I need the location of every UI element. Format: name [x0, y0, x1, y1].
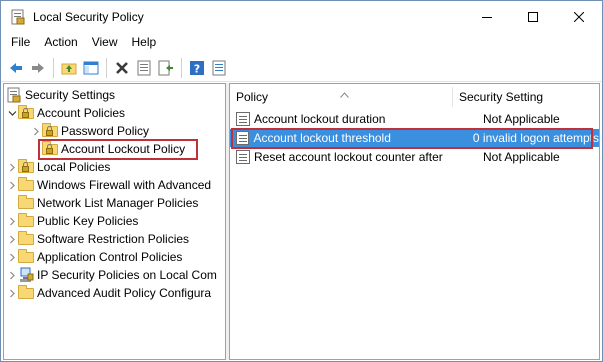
- toolbar-separator: [53, 57, 54, 78]
- tree-item-label: Security Settings: [25, 88, 116, 102]
- window-title: Local Security Policy: [33, 9, 144, 24]
- folder-icon: [18, 285, 34, 301]
- local-security-policy-window: Local Security Policy File Action View H…: [0, 0, 603, 362]
- chevron-right-icon[interactable]: [6, 176, 18, 194]
- back-button[interactable]: [5, 57, 27, 79]
- delete-icon: [116, 61, 128, 74]
- tree-item-label: Public Key Policies: [37, 214, 139, 228]
- svg-text:?: ?: [194, 62, 200, 75]
- policy-name: Reset account lockout counter after: [254, 150, 443, 164]
- tree-item-label: Network List Manager Policies: [37, 196, 199, 210]
- close-button[interactable]: [556, 1, 602, 32]
- security-policy-app-icon: [10, 9, 26, 25]
- details-pane[interactable]: Policy Security Setting Account lockout …: [229, 83, 600, 360]
- back-arrow-icon: [10, 62, 22, 73]
- tree-item-public-key-policies[interactable]: Public Key Policies: [6, 212, 138, 230]
- policy-row-reset-counter[interactable]: Reset account lockout counter after Not …: [230, 148, 599, 166]
- up-one-level-button[interactable]: [58, 57, 80, 79]
- show-hide-console-tree-button[interactable]: [80, 57, 102, 79]
- forward-button[interactable]: [27, 57, 49, 79]
- toolbar-separator: [106, 57, 107, 78]
- tree-item-local-policies[interactable]: Local Policies: [6, 158, 110, 176]
- toolbar-separator: [181, 57, 182, 78]
- chevron-right-icon[interactable]: [6, 158, 18, 176]
- minimize-button[interactable]: [464, 1, 510, 32]
- delete-button[interactable]: [111, 57, 133, 79]
- chevron-right-icon[interactable]: [6, 266, 18, 284]
- chevron-right-icon[interactable]: [30, 122, 42, 140]
- folder-icon: [18, 231, 34, 247]
- tree-item-software-restriction-policies[interactable]: Software Restriction Policies: [6, 230, 189, 248]
- tree-item-label: Software Restriction Policies: [37, 232, 190, 246]
- menu-action[interactable]: Action: [37, 32, 84, 53]
- menu-bar: File Action View Help: [1, 32, 602, 53]
- sort-ascending-icon: [340, 84, 349, 108]
- tree-item-label: Application Control Policies: [37, 250, 183, 264]
- folder-icon: [18, 249, 34, 265]
- help-topics-icon: [212, 60, 226, 75]
- tree-item-account-policies[interactable]: Account Policies: [6, 104, 125, 122]
- folder-icon: [18, 177, 34, 193]
- properties-icon: [137, 60, 151, 75]
- tree-item-label: Account Policies: [37, 106, 126, 120]
- chevron-right-icon[interactable]: [6, 284, 18, 302]
- tree-item-password-policy[interactable]: Password Policy: [30, 122, 149, 140]
- column-header-policy[interactable]: Policy: [230, 84, 452, 110]
- security-settings-icon: [6, 87, 22, 103]
- folder-icon: [18, 213, 34, 229]
- menu-help[interactable]: Help: [125, 32, 164, 53]
- help-button[interactable]: ?: [186, 57, 208, 79]
- chevron-right-icon[interactable]: [6, 230, 18, 248]
- export-list-button[interactable]: [155, 57, 177, 79]
- policy-setting-icon: [236, 112, 250, 126]
- tree-item-ip-security-policies[interactable]: IP Security Policies on Local Com: [6, 266, 217, 284]
- policy-row-lockout-duration[interactable]: Account lockout duration Not Applicable: [230, 110, 599, 128]
- tree-item-label: IP Security Policies on Local Com: [37, 268, 217, 282]
- tree-item-windows-firewall[interactable]: Windows Firewall with Advanced: [6, 176, 211, 194]
- tree-item-network-list-manager[interactable]: Network List Manager Policies: [18, 194, 198, 212]
- tree-item-application-control-policies[interactable]: Application Control Policies: [6, 248, 182, 266]
- security-setting-value: Not Applicable: [483, 112, 560, 126]
- tree-item-label: Windows Firewall with Advanced: [37, 178, 212, 192]
- help-icon: ?: [190, 60, 204, 75]
- tree-item-label: Password Policy: [61, 124, 150, 138]
- folder-lock-icon: [42, 123, 58, 139]
- tree-item-security-settings[interactable]: Security Settings: [6, 86, 115, 104]
- show-hide-tree-icon: [83, 61, 99, 74]
- chevron-right-icon[interactable]: [6, 248, 18, 266]
- chevron-right-icon[interactable]: [6, 212, 18, 230]
- policy-name: Account lockout duration: [254, 112, 386, 126]
- tree-item-advanced-audit-policy[interactable]: Advanced Audit Policy Configura: [6, 284, 211, 302]
- menu-file[interactable]: File: [4, 32, 37, 53]
- highlight-callout-list: [231, 128, 593, 149]
- close-icon: [574, 11, 584, 22]
- maximize-icon: [528, 11, 538, 22]
- chevron-down-icon[interactable]: [6, 104, 18, 122]
- folder-icon: [18, 195, 34, 211]
- security-setting-value: Not Applicable: [483, 150, 560, 164]
- up-folder-icon: [61, 63, 77, 74]
- forward-arrow-icon: [32, 62, 44, 73]
- console-tree-pane[interactable]: Security Settings Account Policies Passw…: [3, 83, 226, 360]
- column-header-security-setting[interactable]: Security Setting: [453, 84, 599, 110]
- menu-view[interactable]: View: [85, 32, 125, 53]
- folder-lock-icon: [18, 105, 34, 121]
- minimize-icon: [482, 16, 492, 18]
- highlight-callout-tree: [38, 139, 198, 160]
- tree-item-label: Local Policies: [37, 160, 111, 174]
- folder-lock-icon: [18, 159, 34, 175]
- title-bar[interactable]: Local Security Policy: [1, 1, 602, 32]
- maximize-button[interactable]: [510, 1, 556, 32]
- toolbar: ?: [1, 54, 602, 82]
- help-topics-button[interactable]: [208, 57, 230, 79]
- tree-item-label: Advanced Audit Policy Configura: [37, 286, 212, 300]
- policy-setting-icon: [236, 150, 250, 164]
- properties-button[interactable]: [133, 57, 155, 79]
- export-list-icon: [158, 60, 173, 75]
- ip-security-computer-icon: [18, 267, 34, 283]
